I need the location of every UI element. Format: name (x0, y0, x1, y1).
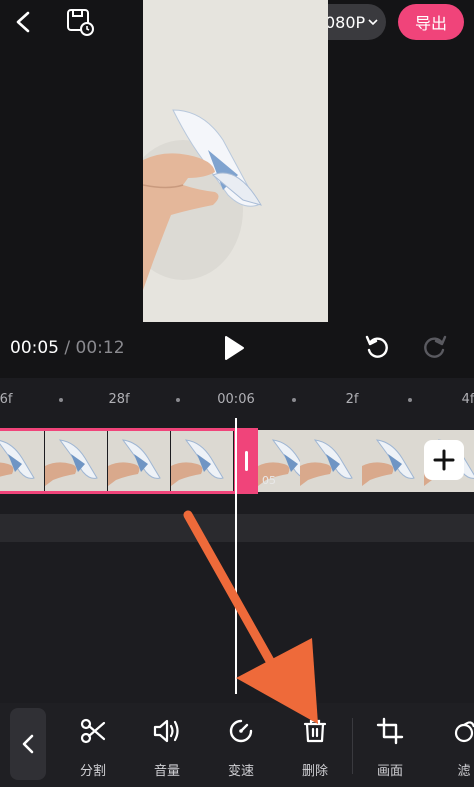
speedometer-icon (226, 716, 256, 746)
chevron-left-icon (22, 734, 34, 754)
add-clip-button[interactable] (424, 440, 464, 480)
filter-icon (449, 716, 474, 746)
tool-label: 画面 (376, 764, 403, 779)
tool-volume[interactable]: 音量 (137, 712, 197, 784)
audio-lane[interactable] (0, 514, 474, 542)
ruler-dot (292, 398, 296, 402)
handle-grip (244, 451, 248, 471)
toolbar-back-button[interactable] (10, 708, 46, 780)
crop-icon (375, 716, 405, 746)
clip-thumbnail (300, 430, 362, 492)
selected-clip[interactable] (0, 428, 258, 494)
ruler-dot (59, 398, 63, 402)
ruler-dot (176, 398, 180, 402)
redo-icon (424, 335, 447, 358)
tool-speed[interactable]: 变速 (211, 712, 271, 784)
ruler-label: 6f (0, 392, 13, 407)
timeline-ruler[interactable]: 6f 28f 00:06 2f 4f (0, 378, 474, 418)
redo-button[interactable] (420, 332, 450, 362)
save-draft-button[interactable] (64, 6, 96, 38)
undo-icon (365, 335, 388, 358)
back-button[interactable] (8, 6, 40, 38)
volume-icon (152, 716, 182, 746)
tool-label: 删除 (301, 764, 328, 779)
playhead[interactable] (235, 418, 237, 694)
preview-frame-image (143, 0, 328, 322)
toolbar-divider (352, 718, 353, 774)
tool-split[interactable]: 分割 (63, 712, 123, 784)
ruler-label: 4f (461, 392, 474, 407)
export-button[interactable]: 导出 (398, 4, 464, 40)
save-draft-icon (67, 9, 94, 36)
tool-filter[interactable]: 滤 (434, 712, 474, 784)
chevron-down-icon (368, 19, 378, 26)
clip-thumbnail (362, 430, 424, 492)
play-button[interactable] (218, 332, 250, 364)
ruler-label: 00:06 (217, 392, 255, 407)
tool-label: 分割 (79, 764, 106, 779)
ruler-label: 2f (345, 392, 359, 407)
tool-crop[interactable]: 画面 (360, 712, 420, 784)
video-preview[interactable] (143, 0, 328, 322)
play-icon (225, 336, 244, 360)
plus-icon (433, 449, 455, 471)
segment-duration: 05 (262, 474, 276, 487)
tool-label: 音量 (153, 764, 180, 779)
time-display: 00:05 / 00:12 (10, 338, 125, 358)
tool-label: 滤 (457, 764, 471, 779)
current-time: 00:05 (10, 338, 59, 358)
tool-label: 变速 (227, 764, 254, 779)
scissors-icon (78, 716, 108, 746)
total-time: 00:12 (75, 338, 125, 358)
undo-button[interactable] (362, 332, 392, 362)
clip-trim-handle[interactable] (234, 428, 258, 494)
ruler-dot (408, 398, 412, 402)
chevron-left-icon (16, 11, 30, 33)
tool-delete[interactable]: 删除 (285, 712, 345, 784)
ruler-label: 28f (108, 392, 130, 407)
time-separator: / (59, 338, 76, 358)
trash-icon (300, 716, 330, 746)
